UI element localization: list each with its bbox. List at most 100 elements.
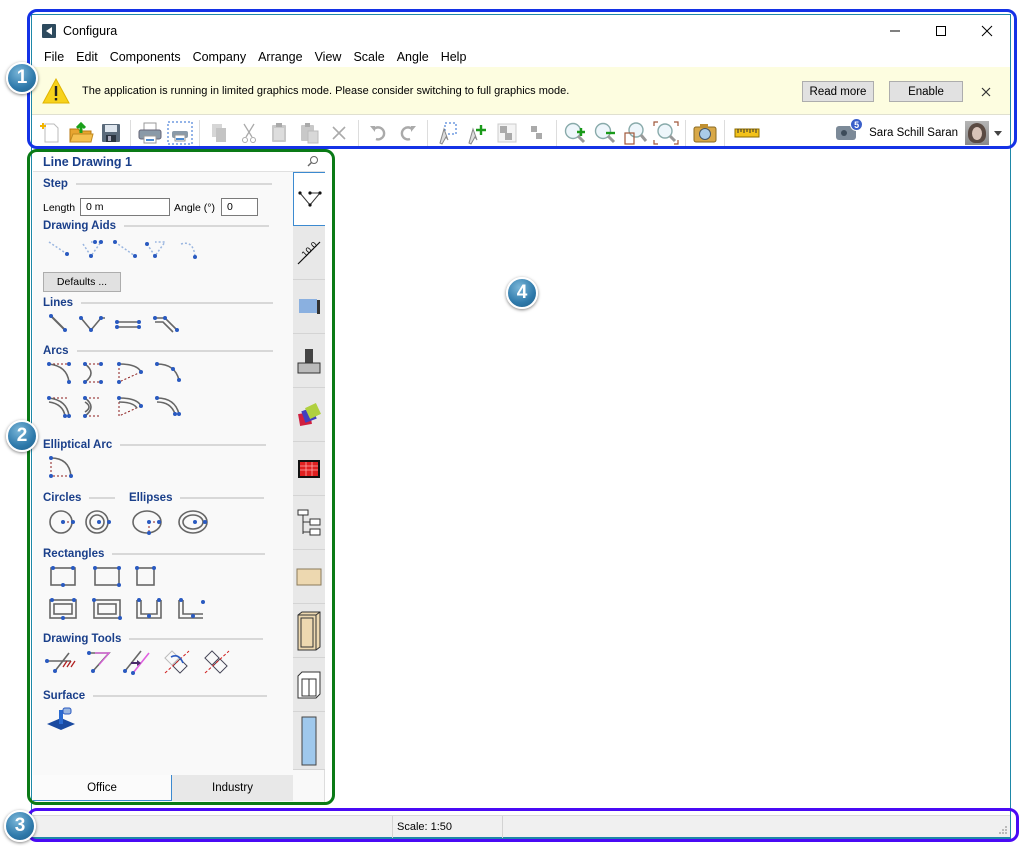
menu-help[interactable]: Help [435, 50, 473, 64]
double-circle-tool[interactable] [83, 509, 115, 535]
user-avatar[interactable] [965, 121, 989, 145]
defaults-button[interactable]: Defaults ... [43, 272, 121, 292]
tab-dimension[interactable]: 10.0 [293, 226, 325, 280]
cut-button[interactable] [234, 119, 264, 147]
camera-button[interactable] [690, 119, 720, 147]
redo-button[interactable] [393, 119, 423, 147]
offset-tool[interactable] [121, 649, 153, 675]
tab-doors[interactable] [293, 712, 325, 770]
angle-input[interactable] [221, 198, 258, 216]
measure-button[interactable] [729, 119, 765, 147]
enable-button[interactable]: Enable [889, 81, 963, 102]
aid-polyline-tool[interactable] [79, 238, 111, 264]
u-shape-tool[interactable] [133, 596, 165, 622]
arc-tangent-tool[interactable] [153, 360, 185, 386]
zoom-out-button[interactable] [591, 119, 621, 147]
circle-tool[interactable] [47, 509, 79, 535]
double-arc-center-tool[interactable] [79, 394, 111, 420]
paste-button[interactable] [264, 119, 294, 147]
aid-parallel-tool[interactable] [111, 238, 143, 264]
search-icon[interactable] [307, 155, 319, 167]
scale-indicator[interactable]: Scale: 1:50 [392, 816, 502, 838]
delete-button[interactable] [324, 119, 354, 147]
zoom-in-button[interactable] [561, 119, 591, 147]
copy-button[interactable] [204, 119, 234, 147]
aid-triangle-tool[interactable] [143, 238, 175, 264]
double-arc-tangent-tool[interactable] [153, 394, 185, 420]
arc-center-tool[interactable] [79, 360, 111, 386]
menu-edit[interactable]: Edit [70, 50, 104, 64]
mirror-copy-tool[interactable] [201, 649, 233, 675]
toolbar-separator [358, 120, 359, 146]
mirror-tool[interactable] [161, 649, 193, 675]
tab-line-drawing[interactable] [293, 172, 325, 226]
fillet-tool[interactable] [83, 649, 115, 675]
banner-close-icon[interactable] [978, 84, 994, 100]
minimize-button[interactable] [872, 15, 918, 47]
length-input[interactable] [80, 198, 170, 216]
double-polyline-tool[interactable] [153, 312, 185, 338]
group-button[interactable] [492, 119, 522, 147]
tab-materials[interactable] [293, 388, 325, 442]
maximize-button[interactable] [918, 15, 964, 47]
ungroup-button[interactable] [522, 119, 552, 147]
rectangle-corners-tool[interactable] [91, 564, 123, 590]
menu-company[interactable]: Company [187, 50, 253, 64]
tab-floor-plan[interactable] [293, 442, 325, 496]
trim-tool[interactable] [45, 649, 77, 675]
notifications-icon[interactable]: 5 [835, 118, 864, 144]
aid-arc-tool[interactable] [175, 238, 207, 264]
zoom-window-button[interactable] [621, 119, 651, 147]
double-arc-sector-tool[interactable] [115, 394, 147, 420]
menu-view[interactable]: View [309, 50, 348, 64]
tab-panels[interactable] [293, 550, 325, 604]
double-rectangle-tool[interactable] [47, 596, 79, 622]
undo-button[interactable] [363, 119, 393, 147]
menu-arrange[interactable]: Arrange [252, 50, 308, 64]
materials-icon [298, 402, 321, 426]
open-button[interactable] [66, 119, 96, 147]
tab-industry[interactable]: Industry [172, 775, 293, 801]
add-select-button[interactable] [462, 119, 492, 147]
tab-walls[interactable] [293, 280, 325, 334]
arc-3point-tool[interactable] [45, 360, 77, 386]
select-area-button[interactable] [432, 119, 462, 147]
rectangle-tool[interactable] [47, 564, 79, 590]
user-menu-chevron-down-icon[interactable] [994, 130, 1002, 136]
new-button[interactable] [36, 119, 66, 147]
tab-cabinets[interactable] [293, 604, 325, 658]
print-area-button[interactable] [165, 119, 195, 147]
tab-storage[interactable] [293, 658, 325, 712]
double-rectangle-corners-tool[interactable] [91, 596, 123, 622]
tab-office[interactable]: Office [33, 775, 172, 801]
print-button[interactable] [135, 119, 165, 147]
ellipse-tool[interactable] [131, 509, 163, 535]
double-line-tool[interactable] [113, 312, 145, 338]
polyline-tool[interactable] [79, 312, 111, 338]
user-area[interactable]: 5 Sara Schill Saran [835, 118, 1002, 147]
menu-components[interactable]: Components [104, 50, 187, 64]
surface-fill-tool[interactable] [45, 706, 77, 732]
menu-angle[interactable]: Angle [391, 50, 435, 64]
zoom-extents-button[interactable] [651, 119, 681, 147]
aid-line-tool[interactable] [45, 238, 77, 264]
l-shape-tool[interactable] [175, 596, 207, 622]
app-logo-icon [42, 24, 56, 38]
double-arc-3point-tool[interactable] [45, 394, 77, 420]
square-tool[interactable] [131, 564, 163, 590]
save-button[interactable] [96, 119, 126, 147]
read-more-button[interactable]: Read more [802, 81, 874, 102]
tab-hierarchy[interactable] [293, 496, 325, 550]
resize-grip-icon[interactable] [999, 826, 1007, 834]
paste-special-button[interactable] [294, 119, 324, 147]
menu-file[interactable]: File [38, 50, 70, 64]
tab-workstations[interactable] [293, 334, 325, 388]
close-button[interactable] [964, 15, 1010, 47]
section-surface-label: Surface [43, 690, 86, 702]
menu-scale[interactable]: Scale [347, 50, 390, 64]
drawing-canvas[interactable] [326, 152, 1010, 805]
elliptical-arc-tool[interactable] [45, 454, 77, 480]
double-ellipse-tool[interactable] [177, 509, 209, 535]
arc-sector-tool[interactable] [115, 360, 147, 386]
line-tool[interactable] [45, 312, 77, 338]
